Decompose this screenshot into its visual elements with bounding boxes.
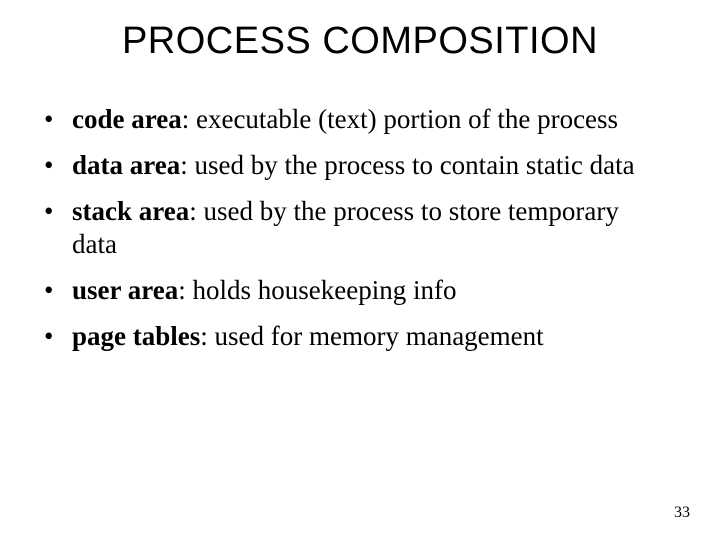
slide: PROCESS COMPOSITION code area: executabl…: [0, 0, 720, 540]
list-item: user area: holds housekeeping info: [44, 274, 670, 308]
description: : holds housekeeping info: [178, 275, 456, 305]
term: stack area: [72, 196, 189, 226]
description: : used by the process to contain static …: [180, 150, 634, 180]
term: user area: [72, 275, 178, 305]
slide-title: PROCESS COMPOSITION: [40, 20, 680, 63]
list-item: page tables: used for memory management: [44, 320, 670, 354]
term: data area: [72, 150, 180, 180]
bullet-list: code area: executable (text) portion of …: [40, 103, 680, 354]
page-number: 33: [674, 504, 690, 522]
list-item: code area: executable (text) portion of …: [44, 103, 670, 137]
term: page tables: [72, 321, 200, 351]
description: : used for memory management: [200, 321, 543, 351]
description: : executable (text) portion of the proce…: [182, 104, 618, 134]
list-item: stack area: used by the process to store…: [44, 195, 670, 263]
term: code area: [72, 104, 182, 134]
list-item: data area: used by the process to contai…: [44, 149, 670, 183]
